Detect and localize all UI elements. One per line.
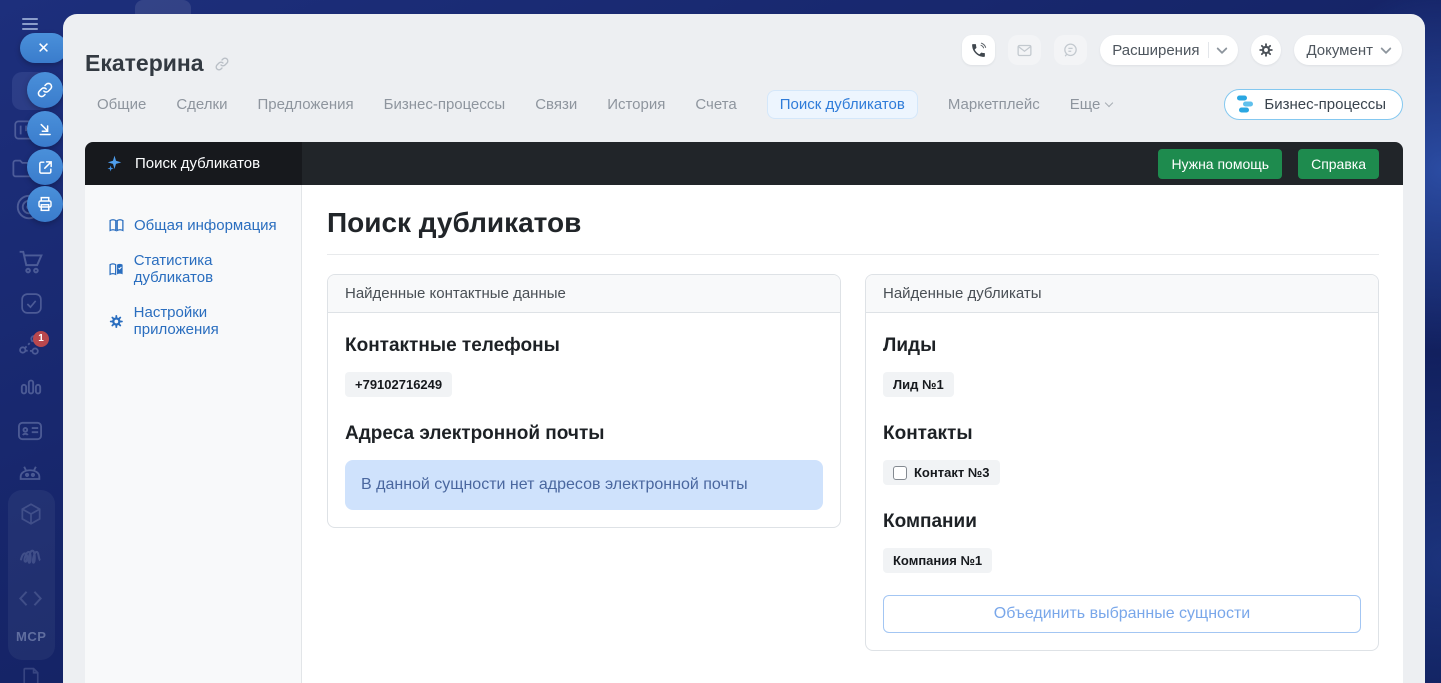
tab-history[interactable]: История	[607, 96, 665, 113]
contact-duplicate-label: Контакт №3	[914, 465, 990, 480]
chevron-down-icon	[1380, 43, 1391, 54]
book-check-icon	[108, 261, 125, 278]
business-processes-button[interactable]: Бизнес-процессы	[1224, 89, 1403, 120]
print-fab-button[interactable]	[27, 186, 63, 222]
tab-business-processes[interactable]: Бизнес-процессы	[384, 96, 506, 113]
nav-item-app-settings[interactable]: Настройки приложения	[85, 295, 301, 347]
hamburger-menu-icon[interactable]	[22, 18, 38, 33]
print-icon	[36, 195, 54, 213]
code-icon[interactable]	[17, 585, 44, 612]
id-card-icon[interactable]	[16, 417, 44, 445]
company-badge: Компания №1	[883, 548, 992, 573]
merge-selected-button[interactable]: Объединить выбранные сущности	[883, 595, 1361, 633]
duplicate-search-app: Поиск дубликатов Нужна помощь Справка Об…	[85, 142, 1403, 683]
leads-heading: Лиды	[883, 335, 1361, 357]
gear-fill-icon	[108, 313, 125, 330]
call-button[interactable]	[962, 35, 995, 65]
phone-badge: +79102716249	[345, 372, 452, 397]
contact-duplicate-item: Контакт №3	[883, 460, 1000, 485]
chevron-down-icon	[1217, 43, 1228, 54]
tab-more-label: Еще	[1070, 96, 1101, 113]
contacts-heading: Контакты	[883, 423, 1361, 445]
sparkle-icon	[105, 154, 124, 173]
nav-item-label: Настройки приложения	[134, 304, 293, 338]
nav-item-duplicate-stats[interactable]: Статистика дубликатов	[85, 243, 301, 295]
entity-tabs: Общие Сделки Предложения Бизнес-процессы…	[97, 88, 1403, 120]
tab-more[interactable]: Еще	[1070, 96, 1113, 113]
need-help-button[interactable]: Нужна помощь	[1158, 149, 1282, 179]
settings-button[interactable]	[1251, 35, 1281, 65]
bar-chart-icon[interactable]	[18, 374, 44, 400]
cart-icon[interactable]	[16, 247, 45, 276]
contact-duplicate-checkbox[interactable]	[893, 466, 907, 480]
tab-quotes[interactable]: Предложения	[257, 96, 353, 113]
open-external-fab-button[interactable]	[27, 149, 63, 185]
robot-icon[interactable]	[16, 458, 44, 486]
lead-badge: Лид №1	[883, 372, 954, 397]
app-title: Поиск дубликатов	[135, 155, 260, 172]
app-nav: Общая информация Статистика дубликатов	[85, 185, 302, 683]
tab-links[interactable]: Связи	[535, 96, 577, 113]
page-title: Поиск дубликатов	[327, 207, 1379, 239]
cube-icon[interactable]	[18, 501, 44, 527]
document-label: Документ	[1306, 42, 1373, 59]
close-fab-button[interactable]: ✕	[20, 33, 67, 63]
arrow-down-right-icon	[37, 121, 54, 138]
emails-heading: Адреса электронной почты	[345, 423, 823, 445]
nav-item-label: Статистика дубликатов	[134, 252, 293, 286]
nav-item-label: Общая информация	[134, 217, 277, 234]
tab-marketplace[interactable]: Маркетплейс	[948, 96, 1040, 113]
entity-title: Екатерина	[85, 50, 204, 77]
app-title-bar: Поиск дубликатов Нужна помощь Справка	[85, 142, 1403, 185]
gear-icon	[1257, 41, 1275, 59]
email-button[interactable]	[1008, 35, 1041, 65]
tab-general[interactable]: Общие	[97, 96, 146, 113]
duplicates-card-header: Найденные дубликаты	[866, 275, 1378, 313]
mcp-label[interactable]: MCP	[16, 629, 46, 644]
phones-heading: Контактные телефоны	[345, 335, 823, 357]
notification-badge: 1	[33, 331, 49, 347]
crm-window: Екатерина Расширения	[63, 14, 1425, 683]
waves-icon[interactable]	[16, 541, 45, 570]
chevron-down-icon	[1105, 98, 1113, 106]
background-browser-tab	[135, 0, 191, 14]
tab-deals[interactable]: Сделки	[176, 96, 227, 113]
chat-search-icon	[1062, 42, 1079, 59]
divider	[1208, 42, 1209, 58]
contact-data-card: Найденные контактные данные Контактные т…	[327, 274, 841, 528]
close-icon: ✕	[37, 41, 50, 56]
book-open-icon	[108, 217, 125, 234]
title-divider	[327, 254, 1379, 255]
contact-card-header: Найденные контактные данные	[328, 275, 840, 313]
chat-search-button[interactable]	[1054, 35, 1087, 65]
extensions-label: Расширения	[1112, 42, 1199, 59]
extensions-dropdown[interactable]: Расширения	[1100, 35, 1238, 65]
no-emails-alert: В данной сущности нет адресов электронно…	[345, 460, 823, 510]
phone-icon	[970, 42, 987, 59]
document-icon[interactable]	[19, 666, 44, 683]
app-main-content: Поиск дубликатов Найденные контактные да…	[302, 185, 1403, 683]
tasks-icon[interactable]	[19, 291, 44, 316]
copy-link-fab-button[interactable]	[27, 72, 63, 108]
tab-duplicate-search[interactable]: Поиск дубликатов	[767, 90, 918, 119]
nav-item-general-info[interactable]: Общая информация	[85, 208, 301, 243]
duplicates-card: Найденные дубликаты Лиды Лид №1 Контакты…	[865, 274, 1379, 651]
tab-invoices[interactable]: Счета	[695, 96, 736, 113]
companies-heading: Компании	[883, 511, 1361, 533]
edit-link-icon[interactable]	[214, 56, 230, 72]
flowchart-icon	[1236, 94, 1256, 114]
business-processes-label: Бизнес-процессы	[1264, 96, 1386, 113]
document-dropdown[interactable]: Документ	[1294, 35, 1402, 65]
external-link-icon	[37, 159, 54, 176]
reference-button[interactable]: Справка	[1298, 149, 1379, 179]
link-icon	[36, 81, 54, 99]
import-fab-button[interactable]	[27, 111, 63, 147]
envelope-icon	[1016, 42, 1033, 59]
